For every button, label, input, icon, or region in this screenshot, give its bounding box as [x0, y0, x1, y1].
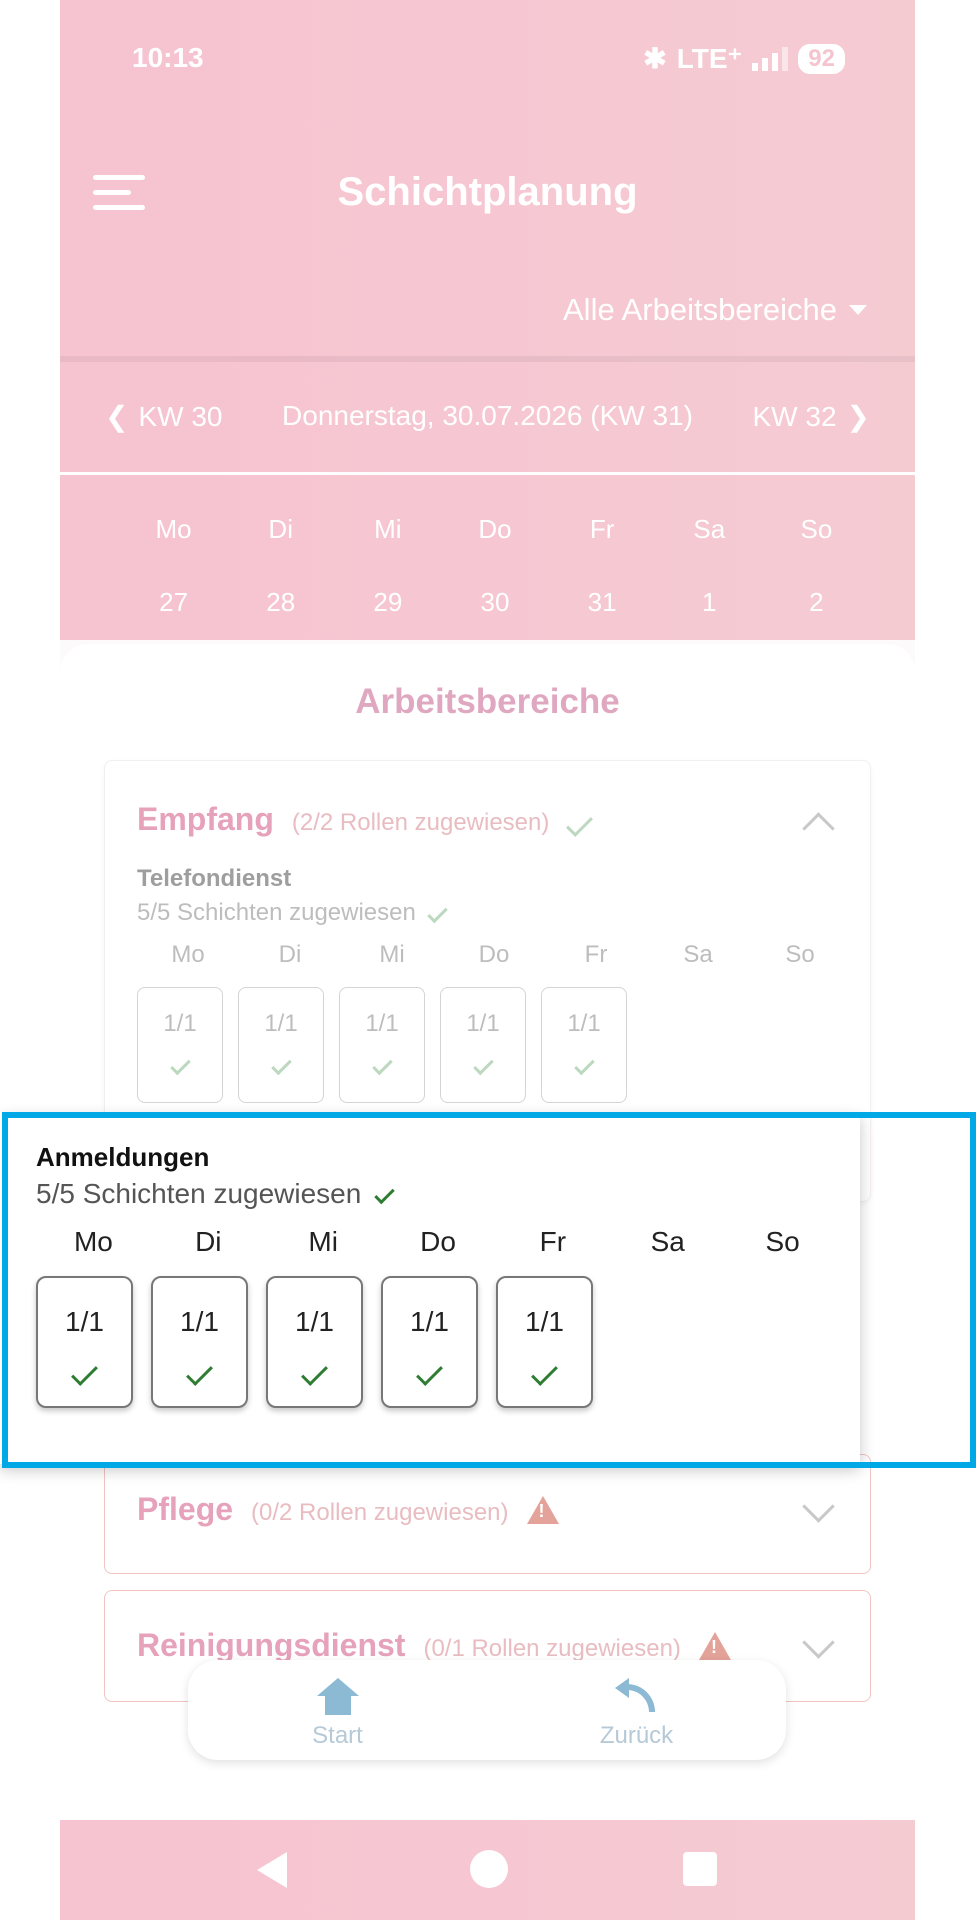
date-row: 27 28 29 30 31 1 2	[120, 587, 870, 618]
warning-icon	[698, 1632, 731, 1660]
date-cell[interactable]: 28	[227, 587, 334, 618]
section-title: Arbeitsbereiche	[355, 682, 620, 721]
system-back-icon[interactable]	[257, 1852, 287, 1888]
area-name: Pflege	[137, 1491, 234, 1527]
area-header[interactable]: Pflege (0/2 Rollen zugewiesen)	[137, 1491, 559, 1528]
check-icon	[371, 1054, 393, 1076]
week-navigation: ❮ KW 30 Donnerstag, 30.07.2026 (KW 31) K…	[60, 400, 915, 436]
check-icon	[566, 810, 594, 837]
slot-count: 1/1	[365, 1010, 399, 1037]
nav-back-button[interactable]: Zurück	[487, 1660, 786, 1760]
weekday-label: So	[785, 941, 815, 968]
weekday-label: Fr	[584, 941, 608, 968]
network-label: LTE⁺	[676, 43, 743, 74]
system-home-icon[interactable]	[470, 1850, 508, 1888]
home-icon	[316, 1678, 359, 1716]
slot-count: 1/1	[567, 1010, 601, 1037]
day-label[interactable]: Fr	[549, 514, 656, 545]
day-label[interactable]: Di	[227, 514, 334, 545]
check-icon	[573, 1054, 595, 1076]
weekday-label: Do	[478, 941, 510, 968]
weekday-label: Sa	[683, 941, 713, 968]
system-recents-icon[interactable]	[683, 1852, 717, 1886]
date-cell[interactable]: 31	[549, 587, 656, 618]
area-count: (0/1 Rollen zugewiesen)	[423, 1635, 681, 1662]
date-cell[interactable]: 1	[656, 587, 763, 618]
check-icon	[472, 1054, 494, 1076]
nav-back-label: Zurück	[599, 1722, 674, 1749]
app-header: 10:13 ✱ LTE⁺ 92 Schichtplanung Alle Arbe…	[60, 0, 915, 640]
shift-slot[interactable]: 1/1	[339, 987, 425, 1103]
chevron-down-icon[interactable]	[802, 1490, 835, 1523]
role-subtitle: 5/5 Schichten zugewiesen	[137, 899, 448, 927]
role-weekday-labels: Mo Di Mi Do Fr Sa So	[137, 941, 853, 969]
area-count: (2/2 Rollen zugewiesen)	[291, 809, 550, 836]
date-cell[interactable]: 30	[441, 587, 548, 618]
header-divider	[60, 472, 915, 475]
weekday-label: Mo	[171, 941, 205, 968]
undo-icon	[614, 1678, 659, 1716]
nav-start-label: Start	[312, 1722, 363, 1749]
shift-slot[interactable]: 1/1	[541, 987, 627, 1103]
bluetooth-icon: ✱	[643, 43, 667, 74]
day-label[interactable]: Do	[441, 514, 548, 545]
next-week-label: KW 32	[752, 400, 837, 432]
area-name: Empfang	[137, 801, 274, 837]
header-shadow	[60, 356, 915, 362]
day-label[interactable]: So	[763, 514, 870, 545]
weekday-header: Mo Di Mi Do Fr Sa So	[120, 514, 870, 545]
area-filter-label: Alle Arbeitsbereiche	[563, 292, 837, 327]
date-cell[interactable]: 27	[120, 587, 227, 618]
area-name: Reinigungsdienst	[137, 1627, 406, 1663]
status-icons: ✱ LTE⁺ 92	[643, 42, 845, 75]
slot-count: 1/1	[163, 1010, 197, 1037]
role-name: Telefondienst	[137, 865, 292, 892]
area-header[interactable]: Empfang (2/2 Rollen zugewiesen)	[137, 801, 594, 838]
caret-down-icon	[849, 305, 867, 315]
shift-slots: 1/1 1/1 1/1 1/1 1/1	[137, 987, 627, 1103]
check-icon	[270, 1054, 292, 1076]
area-card-pflege: Pflege (0/2 Rollen zugewiesen)	[104, 1454, 871, 1574]
role-subtitle-text: 5/5 Schichten zugewiesen	[137, 899, 416, 926]
shift-slot[interactable]: 1/1	[440, 987, 526, 1103]
slot-count: 1/1	[466, 1010, 500, 1037]
warning-icon	[526, 1496, 559, 1524]
page-title: Schichtplanung	[337, 170, 638, 214]
status-time: 10:13	[132, 42, 204, 73]
chevron-down-icon[interactable]	[802, 1626, 835, 1659]
next-week-button[interactable]: KW 32 ❯	[753, 400, 871, 433]
check-icon	[169, 1054, 191, 1076]
shift-slot[interactable]: 1/1	[238, 987, 324, 1103]
chevron-right-icon: ❯	[846, 401, 870, 432]
date-cell[interactable]: 2	[763, 587, 870, 618]
day-label[interactable]: Sa	[656, 514, 763, 545]
nav-start-button[interactable]: Start	[188, 1660, 487, 1760]
highlight-frame	[2, 1112, 976, 1468]
day-label[interactable]: Mo	[120, 514, 227, 545]
shift-slot[interactable]: 1/1	[137, 987, 223, 1103]
date-cell[interactable]: 29	[334, 587, 441, 618]
weekday-label: Di	[278, 941, 302, 968]
system-navigation-bar	[60, 1820, 915, 1920]
area-header[interactable]: Reinigungsdienst (0/1 Rollen zugewiesen)	[137, 1627, 731, 1664]
chevron-up-icon[interactable]	[802, 812, 835, 845]
battery-icon: 92	[798, 43, 845, 74]
area-count: (0/2 Rollen zugewiesen)	[251, 1499, 509, 1526]
signal-icon	[752, 46, 789, 71]
weekday-label: Mi	[379, 941, 405, 968]
phone-screen: 10:13 ✱ LTE⁺ 92 Schichtplanung Alle Arbe…	[60, 0, 915, 1920]
bottom-navigation: Start Zurück	[188, 1660, 786, 1760]
slot-count: 1/1	[264, 1010, 298, 1037]
day-label[interactable]: Mi	[334, 514, 441, 545]
check-icon	[427, 902, 448, 924]
area-filter-dropdown[interactable]: Alle Arbeitsbereiche	[563, 292, 867, 328]
